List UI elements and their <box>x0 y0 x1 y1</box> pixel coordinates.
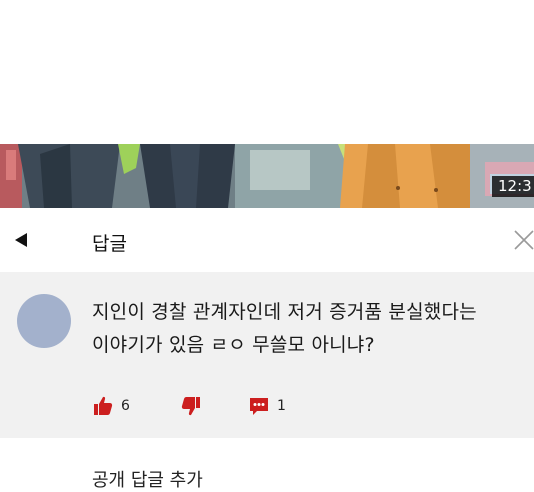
dislike-button[interactable] <box>180 394 202 418</box>
reply-header <box>0 208 534 272</box>
video-frame-image <box>0 144 534 208</box>
back-arrow-icon <box>15 233 27 247</box>
comment-text: 지인이 경찰 관계자인데 저거 증거품 분실했다는 이야기가 있음 ㄹㅇ 무쓸모… <box>92 296 522 362</box>
add-reply-input[interactable]: 공개 답글 추가 <box>92 466 203 492</box>
video-thumbnail[interactable] <box>0 144 534 208</box>
close-button[interactable] <box>512 228 534 252</box>
comment-text-line: 이야기가 있음 ㄹㅇ 무쓸모 아니냐? <box>92 334 375 356</box>
page-title: 답글 <box>92 233 127 255</box>
avatar[interactable] <box>17 294 71 348</box>
reply-count: 1 <box>277 398 286 414</box>
back-button[interactable] <box>12 230 32 250</box>
video-timestamp: 12:3 <box>492 176 534 197</box>
like-button[interactable]: 6 <box>92 394 130 418</box>
thumbs-up-icon <box>94 396 113 415</box>
thumbs-down-icon <box>181 397 200 416</box>
comment-text-line: 지인이 경찰 관계자인데 저거 증거품 분실했다는 <box>92 301 477 323</box>
reply-count-button[interactable]: 1 <box>248 394 286 418</box>
like-count: 6 <box>121 398 130 414</box>
close-icon <box>514 230 534 250</box>
comment-bubble-icon <box>250 398 268 415</box>
